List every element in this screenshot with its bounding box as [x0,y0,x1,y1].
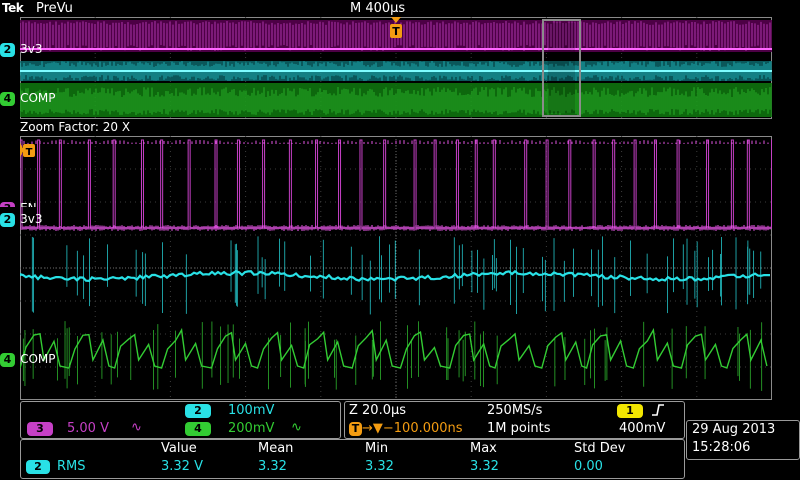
time-readout: 15:28:06 [692,440,751,455]
trigger-level-readout[interactable]: 400mV [619,421,665,436]
bandwidth-limit-icon: ∿ [291,420,302,435]
measure-mean: 3.32 [258,459,287,474]
ch2-label: 3v3 [20,212,43,226]
datetime-panel[interactable]: 29 Aug 2013 15:28:06 [686,420,800,460]
measure-header-value: Value [161,441,197,456]
measure-type[interactable]: RMS [57,459,86,474]
ch4-label: COMP [20,352,56,366]
measure-min: 3.32 [365,459,394,474]
svg-text:T: T [26,147,33,158]
overview-ch4-label: COMP [20,91,56,105]
overview-ch2-marker[interactable]: 2 3v3 [0,38,42,57]
ch2-marker[interactable]: 2 3v3 [0,208,42,227]
measure-header-max: Max [470,441,497,456]
zoom-graticule[interactable] [20,136,772,400]
trigger-position-readout[interactable]: T →▼−100.000ns [349,421,463,436]
ch2-badge[interactable]: 2 [185,404,211,418]
record-length-readout[interactable]: 1M points [487,421,551,436]
ch3-marker[interactable]: 3 EN [0,197,37,207]
ch4-scale[interactable]: 200mV [228,421,274,436]
date-readout: 29 Aug 2013 [692,422,776,437]
sample-rate-readout: 250MS/s [487,403,543,418]
measure-header-mean: Mean [258,441,294,456]
ch3-badge[interactable]: 3 [27,422,53,436]
ac-bandwidth-icon: ∿ [131,420,142,435]
measure-value: 3.32 V [161,459,203,474]
acquisition-mode: PreVu [36,1,73,16]
vertical-settings-panel[interactable]: 2 100mV 3 5.00 V ∿ 4 200mV ∿ [20,401,341,439]
rising-edge-icon [651,402,665,422]
status-header: Tek PreVu M 400µs [0,0,800,17]
ch4-marker[interactable]: 4 COMP [0,348,56,367]
measure-header-stddev: Std Dev [574,441,626,456]
measure-stddev: 0.00 [574,459,603,474]
overview-ch2-label: 3v3 [20,42,43,56]
measure-header-min: Min [365,441,389,456]
ch3-scale[interactable]: 5.00 V [67,421,109,436]
measure-max: 3.32 [470,459,499,474]
ch4-badge[interactable]: 4 [185,422,211,436]
measurement-panel[interactable]: Value Mean Min Max Std Dev 2 RMS 3.32 V … [20,439,685,479]
ch3-label: EN [20,201,37,207]
svg-text:T: T [392,25,400,38]
trigger-position-marker[interactable]: T [389,17,403,45]
brand-logo: Tek [2,1,24,15]
overview-ch4-marker[interactable]: 4 COMP [0,87,56,106]
zoom-trigger-marker[interactable]: T [20,143,36,163]
ch2-scale[interactable]: 100mV [228,403,274,418]
trigger-t-icon: T [349,422,362,436]
measure-channel-badge[interactable]: 2 [26,460,50,474]
zoom-factor-label: Zoom Factor: 20 X [20,120,131,134]
horizontal-trigger-panel[interactable]: Z 20.0µs 250MS/s 1 T →▼−100.000ns 1M poin… [344,401,685,439]
zoom-scale-readout[interactable]: Z 20.0µs [349,403,406,418]
trigger-source-badge[interactable]: 1 [617,404,643,418]
timebase-readout: M 400µs [350,1,406,16]
